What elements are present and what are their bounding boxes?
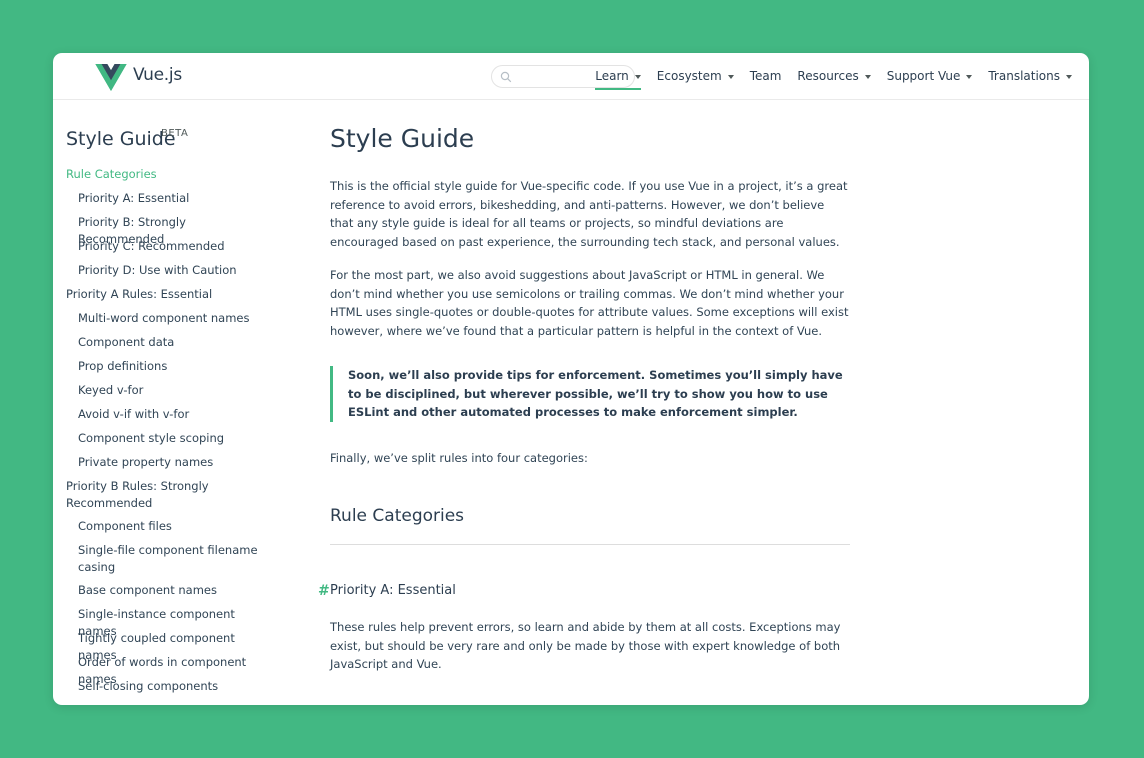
nav-translations-label: Translations <box>988 69 1060 83</box>
subsection-heading: Priority A: Essential <box>330 583 456 598</box>
beta-badge: BETA <box>161 128 189 139</box>
sidebar-item[interactable]: Priority A: Essential <box>66 190 266 207</box>
browser-window: Vue.js Learn Ecosystem Team Resources Su… <box>53 53 1089 705</box>
sidebar-item[interactable]: Component style scoping <box>66 430 266 447</box>
chevron-down-icon <box>634 74 641 79</box>
chevron-down-icon <box>727 74 734 79</box>
sidebar-item[interactable]: Priority B Rules: Strongly Recommended <box>66 478 266 512</box>
nav-translations[interactable]: Translations <box>988 62 1072 90</box>
page-title: Style Guide <box>330 124 475 153</box>
sidebar-item[interactable]: Priority A Rules: Essential <box>66 286 266 303</box>
anchor-link[interactable]: # <box>318 583 330 599</box>
sidebar-item[interactable]: Prop definitions <box>66 358 266 375</box>
sidebar-item[interactable]: Component data <box>66 334 266 351</box>
sidebar-item[interactable]: Multi-word component names <box>66 310 266 327</box>
main-nav: Learn Ecosystem Team Resources Support V… <box>579 53 1072 99</box>
subsection-paragraph: These rules help prevent errors, so lear… <box>330 620 841 671</box>
nav-learn[interactable]: Learn <box>595 62 641 90</box>
tip-callout: Soon, we’ll also provide tips for enforc… <box>330 366 850 422</box>
sidebar-item[interactable]: Avoid v-if with v-for <box>66 406 266 423</box>
sidebar-item[interactable]: Keyed v-for <box>66 382 266 399</box>
nav-resources[interactable]: Resources <box>797 62 871 90</box>
nav-resources-label: Resources <box>797 69 859 83</box>
sidebar: Style Guide BETA Rule Categories Priority… <box>66 100 281 705</box>
chevron-down-icon <box>864 74 871 79</box>
sidebar-item[interactable]: Private property names <box>66 454 266 471</box>
section-divider <box>330 544 850 545</box>
vue-logo-icon[interactable] <box>95 64 127 91</box>
paragraph-3: Finally, we’ve split rules into four cat… <box>330 451 588 465</box>
nav-support-vue[interactable]: Support Vue <box>887 62 973 90</box>
sidebar-item[interactable]: Priority D: Use with Caution <box>66 262 266 279</box>
sidebar-item[interactable]: Component files <box>66 518 266 535</box>
logo-text[interactable]: Vue.js <box>133 65 182 85</box>
sidebar-title: Style Guide <box>66 128 176 150</box>
chevron-down-icon <box>966 74 973 79</box>
nav-team[interactable]: Team <box>750 62 782 90</box>
nav-ecosystem[interactable]: Ecosystem <box>657 62 734 90</box>
sidebar-item[interactable]: Single-file component filename casing <box>66 542 266 576</box>
chevron-down-icon <box>1066 74 1072 79</box>
sidebar-item[interactable]: Rule Categories <box>66 166 266 183</box>
nav-support-vue-label: Support Vue <box>886 69 961 83</box>
section-heading: Rule Categories <box>330 506 465 526</box>
sidebar-item[interactable]: Base component names <box>66 582 266 599</box>
intro-paragraph: This is the official style guide for Vue… <box>330 179 848 249</box>
nav-team-label: Team <box>749 69 782 83</box>
nav-learn-label: Learn <box>595 69 629 83</box>
sidebar-item[interactable]: Priority C: Recommended <box>66 238 266 255</box>
search-icon <box>500 71 512 83</box>
paragraph-2: For the most part, we also avoid suggest… <box>330 268 849 338</box>
sidebar-item[interactable]: Self-closing components <box>66 678 266 695</box>
nav-ecosystem-label: Ecosystem <box>656 69 722 83</box>
top-header: Vue.js Learn Ecosystem Team Resources Su… <box>53 53 1089 100</box>
